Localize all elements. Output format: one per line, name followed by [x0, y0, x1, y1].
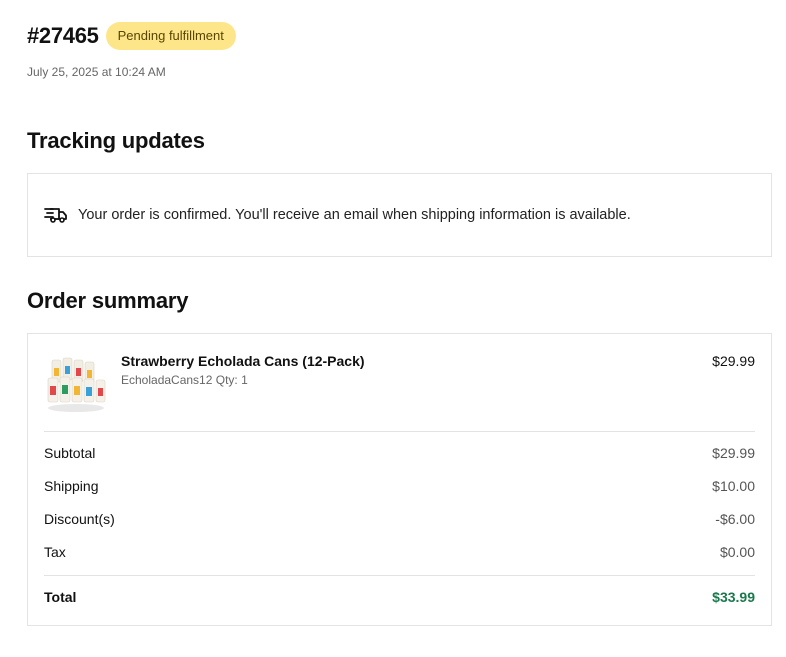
tracking-card: Your order is confirmed. You'll receive … — [27, 173, 772, 257]
discount-label: Discount(s) — [44, 511, 115, 527]
product-image — [44, 350, 108, 414]
total-row: Total $33.99 — [44, 589, 755, 605]
discount-row: Discount(s) -$6.00 — [44, 511, 755, 527]
shipping-value: $10.00 — [712, 478, 755, 494]
order-date: July 25, 2025 at 10:24 AM — [27, 65, 166, 79]
order-summary-card: Strawberry Echolada Cans (12-Pack) Echol… — [27, 333, 772, 626]
tracking-message: Your order is confirmed. You'll receive … — [78, 207, 631, 223]
product-name: Strawberry Echolada Cans (12-Pack) — [121, 353, 365, 369]
order-summary-title: Order summary — [27, 288, 189, 313]
total-label: Total — [44, 589, 77, 605]
divider — [44, 431, 755, 432]
truck-icon — [44, 206, 68, 224]
tax-label: Tax — [44, 544, 66, 560]
order-number: #27465 — [27, 23, 99, 48]
tax-row: Tax $0.00 — [44, 544, 755, 560]
tracking-section-title: Tracking updates — [27, 128, 205, 153]
divider — [44, 575, 755, 576]
order-header: #27465 Pending fulfillment — [27, 22, 236, 50]
shipping-label: Shipping — [44, 478, 99, 494]
subtotal-label: Subtotal — [44, 445, 96, 461]
subtotal-value: $29.99 — [712, 445, 755, 461]
status-badge: Pending fulfillment — [105, 22, 236, 50]
total-value: $33.99 — [712, 589, 755, 605]
discount-value: -$6.00 — [715, 511, 755, 527]
shipping-row: Shipping $10.00 — [44, 478, 755, 494]
subtotal-row: Subtotal $29.99 — [44, 445, 755, 461]
product-price: $29.99 — [712, 353, 755, 369]
tax-value: $0.00 — [719, 544, 755, 560]
product-sku-qty: EcholadaCans12 Qty: 1 — [121, 373, 248, 387]
